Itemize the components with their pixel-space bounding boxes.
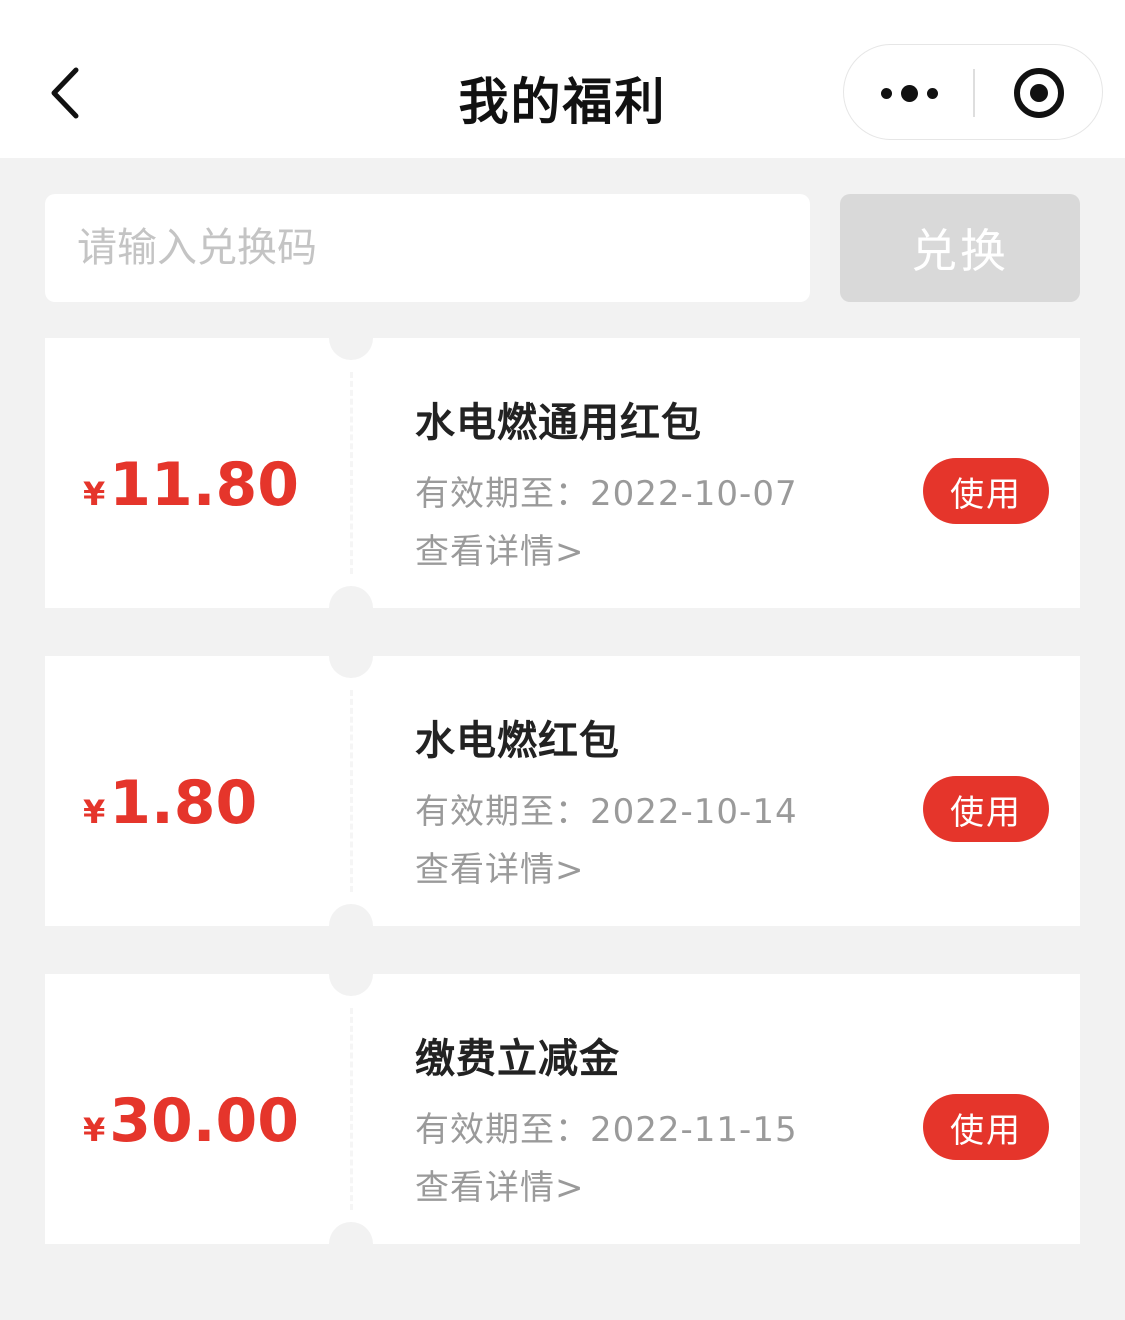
more-dots-icon bbox=[880, 87, 892, 99]
coupon-amount: ¥30.00 bbox=[83, 1086, 299, 1176]
ticket-notch bbox=[329, 634, 373, 678]
coupon-card: ¥30.00 缴费立减金 有效期至：2022-11-15 查看详情> 使用 bbox=[45, 952, 1080, 1266]
view-details-link[interactable]: 查看详情> bbox=[415, 524, 585, 573]
more-button[interactable] bbox=[844, 45, 974, 141]
coupon-title: 缴费立减金 bbox=[415, 1036, 620, 1082]
ticket-notch bbox=[329, 316, 373, 360]
close-button[interactable] bbox=[975, 45, 1103, 141]
target-close-icon bbox=[1014, 68, 1064, 118]
ticket-notch bbox=[329, 904, 373, 948]
ticket-perforation bbox=[350, 690, 353, 892]
coupon-expiry: 有效期至：2022-10-14 bbox=[415, 792, 798, 832]
currency-symbol: ¥ bbox=[83, 793, 106, 831]
coupon-title: 水电燃通用红包 bbox=[415, 400, 702, 446]
coupon-expiry: 有效期至：2022-11-15 bbox=[415, 1110, 798, 1150]
amount-value: 1.80 bbox=[109, 768, 258, 838]
amount-value: 11.80 bbox=[109, 450, 300, 520]
currency-symbol: ¥ bbox=[83, 1111, 106, 1149]
target-close-icon-core bbox=[1030, 84, 1048, 102]
redeem-code-input[interactable] bbox=[45, 194, 810, 302]
more-dots-icon-center bbox=[900, 84, 918, 102]
coupon-card: ¥1.80 水电燃红包 有效期至：2022-10-14 查看详情> 使用 bbox=[45, 634, 1080, 948]
coupon-card: ¥11.80 水电燃通用红包 有效期至：2022-10-07 查看详情> 使用 bbox=[45, 316, 1080, 630]
view-details-link[interactable]: 查看详情> bbox=[415, 1160, 585, 1209]
use-button[interactable]: 使用 bbox=[923, 458, 1049, 524]
mini-program-capsule bbox=[843, 44, 1103, 140]
amount-value: 30.00 bbox=[109, 1086, 300, 1156]
coupon-expiry: 有效期至：2022-10-07 bbox=[415, 474, 798, 514]
use-button[interactable]: 使用 bbox=[923, 776, 1049, 842]
view-details-link[interactable]: 查看详情> bbox=[415, 842, 585, 891]
coupon-title: 水电燃红包 bbox=[415, 718, 620, 764]
currency-symbol: ¥ bbox=[83, 475, 106, 513]
coupon-amount: ¥11.80 bbox=[83, 450, 299, 540]
redeem-button[interactable]: 兑换 bbox=[840, 194, 1080, 302]
nav-header: 我的福利 bbox=[0, 0, 1125, 158]
ticket-notch bbox=[329, 1222, 373, 1266]
use-button[interactable]: 使用 bbox=[923, 1094, 1049, 1160]
ticket-perforation bbox=[350, 1008, 353, 1210]
ticket-notch bbox=[329, 952, 373, 996]
more-dots-icon-right bbox=[926, 87, 938, 99]
ticket-perforation bbox=[350, 372, 353, 574]
coupon-amount: ¥1.80 bbox=[83, 768, 257, 858]
ticket-notch bbox=[329, 586, 373, 630]
